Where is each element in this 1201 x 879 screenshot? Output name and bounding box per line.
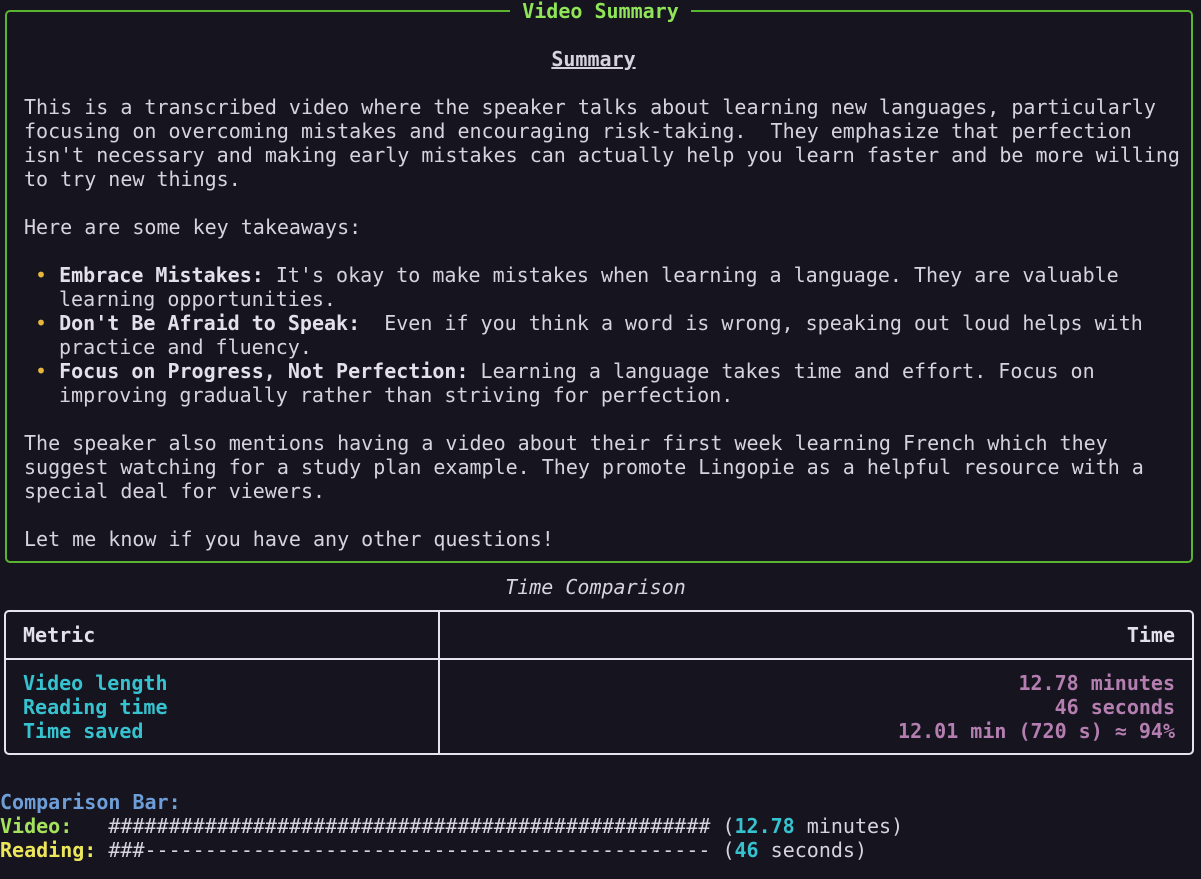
reading-pad [96,838,108,862]
header-time: Time [1126,623,1175,647]
header-metric: Metric [23,623,96,647]
bullet-glyph: • [35,263,48,287]
bullet-bold: Focus on Progress, Not Perfection: [59,359,469,383]
metric-reading-time: Reading time [23,695,168,719]
bullet-text: Even if you think a word is wrong, speak… [360,311,1143,335]
table-caption: Time Comparison [505,575,686,599]
video-bar-row: Video: #################################… [0,814,903,838]
bullet-glyph: • [35,359,48,383]
bullet-item: • Focus on Progress, Not Perfection: Lea… [35,359,1095,383]
panel-title: Video Summary [0,0,1201,23]
closing-line: Let me know if you have any other questi… [24,527,554,551]
value-time-saved: 12.01 min (720 s) ≈ 94% [898,719,1175,743]
outro-line: suggest watching for a study plan exampl… [24,455,1144,479]
bullet-glyph: • [35,311,48,335]
time-comparison-table: Metric Time Video length Reading time Ti… [4,610,1194,755]
value-reading-time: 46 seconds [1054,695,1175,719]
bullet-bold: Embrace Mistakes: [59,263,264,287]
comparison-bar-title: Comparison Bar: [0,790,181,814]
bullet-text: It's okay to make mistakes when learning… [263,263,1119,287]
reading-label: Reading: [0,838,97,862]
reading-value: 46 [734,838,759,862]
intro-line: to try new things. [24,167,241,191]
bullet-item: • Embrace Mistakes: It's okay to make mi… [35,263,1119,287]
bullet-bold: Don't Be Afraid to Speak: [59,311,361,335]
intro-line: isn't necessary and making early mistake… [24,143,1180,167]
bullet-continuation: improving gradually rather than striving… [59,383,734,407]
video-pad [72,814,108,838]
bullet-item: • Don't Be Afraid to Speak: Even if you … [35,311,1143,335]
bullet-text: Learning a language takes time and effor… [468,359,1095,383]
reading-unit: seconds) [758,838,867,862]
column-divider [438,612,440,753]
reading-bar: ###-------------------------------------… [108,838,735,862]
header-divider [6,658,1192,660]
outro-line: special deal for viewers. [24,479,326,503]
summary-heading: Summary [551,47,636,71]
intro-line: focusing on overcoming mistakes and enco… [24,119,1132,143]
value-video-length: 12.78 minutes [1018,671,1175,695]
reading-bar-row: Reading: ###----------------------------… [0,838,867,862]
intro-line: This is a transcribed video where the sp… [24,95,1156,119]
video-bar: ########################################… [108,814,735,838]
takeaways-intro: Here are some key takeaways: [24,215,362,239]
bullet-continuation: practice and fluency. [59,335,312,359]
bullet-continuation: learning opportunities. [59,287,336,311]
video-label: Video: [0,814,73,838]
metric-video-length: Video length [23,671,168,695]
outro-line: The speaker also mentions having a video… [24,431,1108,455]
panel-title-text: Video Summary [510,0,691,23]
metric-time-saved: Time saved [23,719,144,743]
video-value: 12.78 [734,814,795,838]
video-unit: minutes) [794,814,904,838]
